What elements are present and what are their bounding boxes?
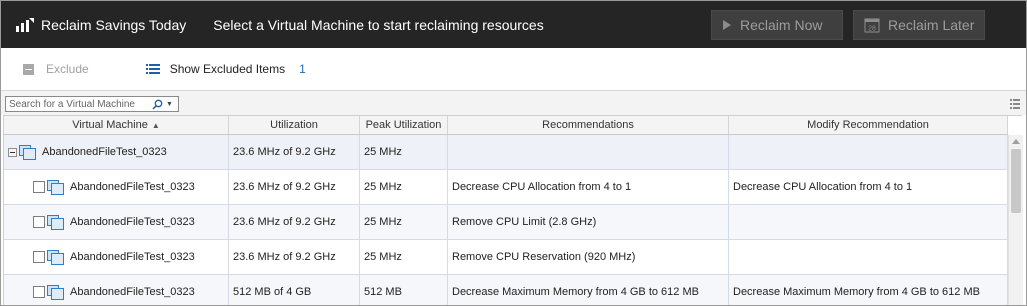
recommendation-cell: Decrease CPU Allocation from 4 to 1	[448, 170, 729, 204]
reclaim-now-label: Reclaim Now	[740, 17, 823, 33]
utilization-cell: 23.6 MHz of 9.2 GHz	[229, 135, 360, 169]
sort-ascending-icon: ▲	[151, 120, 160, 130]
table-row-parent[interactable]: AbandonedFileTest_0323 23.6 MHz of 9.2 G…	[4, 135, 1008, 170]
modify-recommendation-cell[interactable]	[729, 135, 1008, 169]
vm-icon	[19, 144, 36, 160]
collapse-icon[interactable]	[8, 147, 17, 157]
peak-cell: 25 MHz	[360, 240, 448, 274]
calendar-day: 28	[868, 26, 876, 33]
recommendation-cell: Decrease Maximum Memory from 4 GB to 612…	[448, 275, 729, 305]
row-checkbox[interactable]	[33, 286, 45, 298]
exclude-button[interactable]: Exclude	[23, 62, 89, 76]
column-header-recommendations[interactable]: Recommendations	[448, 116, 729, 134]
utilization-cell: 23.6 MHz of 9.2 GHz	[229, 170, 360, 204]
search-bar: ▼	[1, 90, 1026, 115]
reclaim-now-button[interactable]: Reclaim Now	[711, 10, 843, 40]
vm-icon	[47, 214, 64, 230]
vm-cell: AbandonedFileTest_0323	[4, 240, 229, 274]
exclude-label: Exclude	[46, 62, 89, 76]
play-icon	[723, 20, 731, 30]
search-input[interactable]	[6, 97, 148, 111]
vm-name: AbandonedFileTest_0323	[70, 216, 195, 228]
scroll-up-icon[interactable]	[1012, 139, 1020, 144]
savings-chart-icon	[16, 17, 34, 32]
row-checkbox[interactable]	[33, 216, 45, 228]
vertical-scrollbar[interactable]	[1008, 135, 1023, 305]
utilization-cell: 23.6 MHz of 9.2 GHz	[229, 240, 360, 274]
excluded-count: 1	[299, 62, 306, 76]
header-title: Reclaim Savings Today	[41, 16, 187, 33]
vm-icon	[47, 284, 64, 300]
column-header-vm[interactable]: Virtual Machine ▲	[4, 116, 229, 134]
utilization-cell: 512 MB of 4 GB	[229, 275, 360, 305]
modify-recommendation-cell[interactable]	[729, 240, 1008, 274]
header-message: Select a Virtual Machine to start reclai…	[213, 16, 544, 33]
recommendation-cell: Remove CPU Reservation (920 MHz)	[448, 240, 729, 274]
scroll-thumb[interactable]	[1011, 149, 1021, 213]
vm-icon	[47, 249, 64, 265]
vm-name: AbandonedFileTest_0323	[70, 286, 195, 298]
modify-recommendation-cell[interactable]: Decrease Maximum Memory from 4 GB to 612…	[729, 275, 1008, 305]
vm-name: AbandonedFileTest_0323	[42, 146, 167, 158]
row-checkbox[interactable]	[33, 251, 45, 263]
vm-cell: AbandonedFileTest_0323	[4, 205, 229, 239]
search-dropdown-icon[interactable]: ▼	[166, 101, 173, 108]
modify-recommendation-cell[interactable]: Decrease CPU Allocation from 4 to 1	[729, 170, 1008, 204]
vm-icon	[47, 179, 64, 195]
recommendation-cell	[448, 135, 729, 169]
utilization-cell: 23.6 MHz of 9.2 GHz	[229, 205, 360, 239]
search-box: ▼	[5, 96, 179, 112]
table-row[interactable]: AbandonedFileTest_0323 512 MB of 4 GB 51…	[4, 275, 1008, 305]
peak-cell: 25 MHz	[360, 205, 448, 239]
peak-cell: 25 MHz	[360, 170, 448, 204]
calendar-icon: 28	[864, 18, 880, 33]
table-row[interactable]: AbandonedFileTest_0323 23.6 MHz of 9.2 G…	[4, 170, 1008, 205]
peak-cell: 512 MB	[360, 275, 448, 305]
show-excluded-label: Show Excluded Items	[169, 62, 286, 76]
toolbar: Exclude Show Excluded Items 1	[1, 48, 1026, 90]
reclaim-later-button[interactable]: 28 Reclaim Later	[853, 10, 985, 40]
row-checkbox[interactable]	[33, 181, 45, 193]
brand: Reclaim Savings Today	[15, 17, 186, 33]
vm-cell: AbandonedFileTest_0323	[4, 170, 229, 204]
vm-name: AbandonedFileTest_0323	[70, 251, 195, 263]
table-row[interactable]: AbandonedFileTest_0323 23.6 MHz of 9.2 G…	[4, 205, 1008, 240]
table-row[interactable]: AbandonedFileTest_0323 23.6 MHz of 9.2 G…	[4, 240, 1008, 275]
search-icon[interactable]	[152, 99, 163, 110]
column-header-modify[interactable]: Modify Recommendation	[729, 116, 1008, 134]
column-chooser-icon[interactable]	[1010, 99, 1020, 109]
reclaim-later-label: Reclaim Later	[888, 17, 975, 33]
column-header-utilization[interactable]: Utilization	[229, 116, 360, 134]
show-excluded-button[interactable]: Show Excluded Items 1	[145, 62, 306, 76]
peak-cell: 25 MHz	[360, 135, 448, 169]
column-header-peak[interactable]: Peak Utilization	[360, 116, 448, 134]
reclaim-window: Reclaim Savings Today Select a Virtual M…	[0, 0, 1027, 306]
header-bar: Reclaim Savings Today Select a Virtual M…	[1, 1, 1026, 48]
vm-name: AbandonedFileTest_0323	[70, 181, 195, 193]
vm-cell: AbandonedFileTest_0323	[4, 275, 229, 305]
modify-recommendation-cell[interactable]	[729, 205, 1008, 239]
recommendation-cell: Remove CPU Limit (2.8 GHz)	[448, 205, 729, 239]
vm-cell: AbandonedFileTest_0323	[4, 135, 229, 169]
grid-header: Virtual Machine ▲ Utilization Peak Utili…	[4, 116, 1008, 135]
vm-grid: Virtual Machine ▲ Utilization Peak Utili…	[3, 115, 1023, 305]
list-icon	[145, 63, 160, 74]
minus-icon	[23, 63, 34, 75]
